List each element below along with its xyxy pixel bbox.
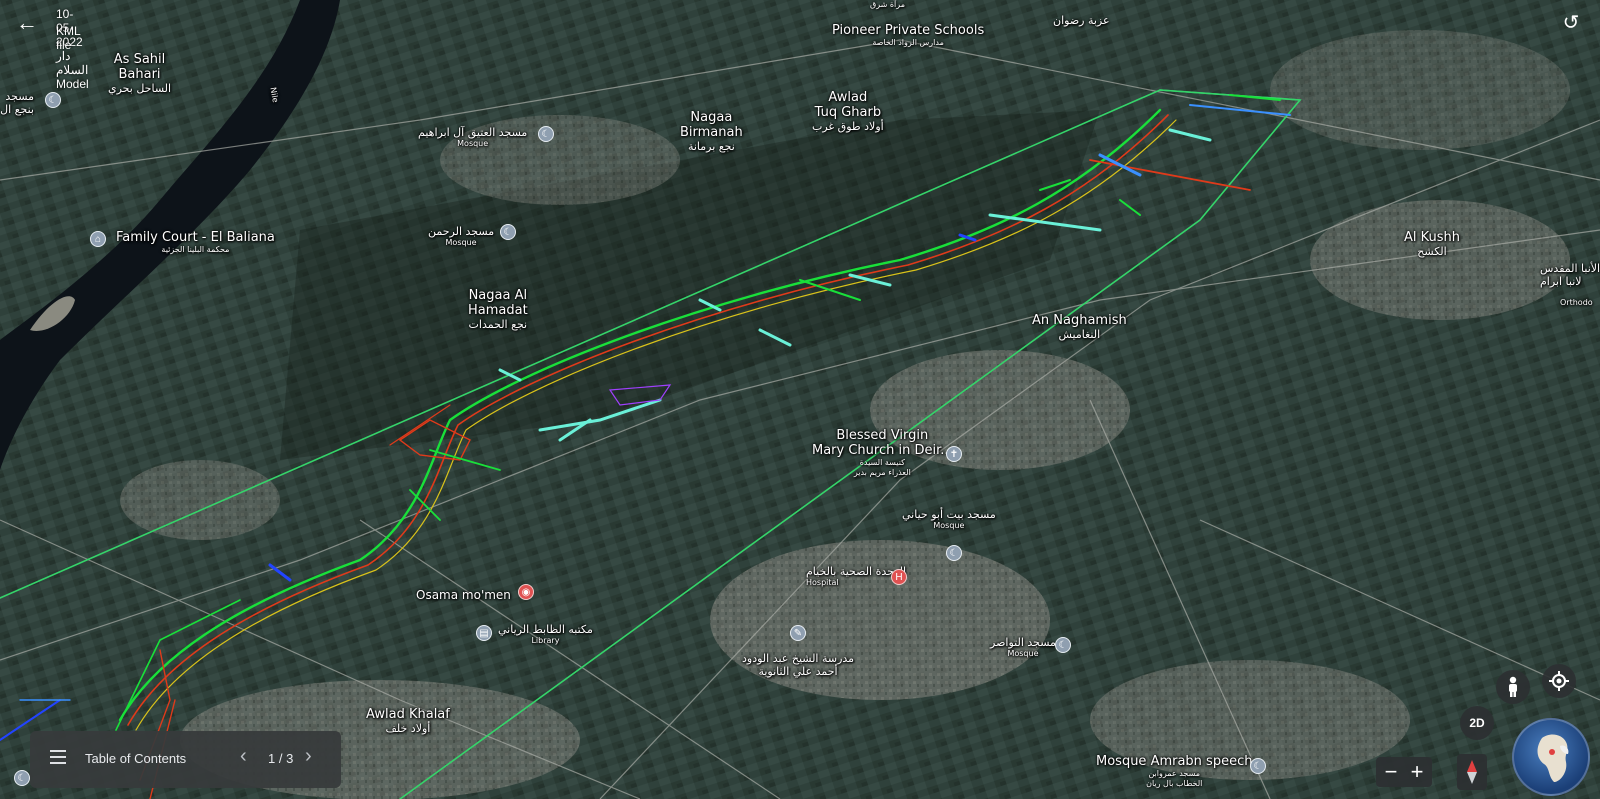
- place-right-church: الأنبا المقدس لانبا ابرام: [1540, 262, 1600, 288]
- menu-icon[interactable]: [50, 750, 66, 764]
- zoom-out-button[interactable]: −: [1378, 759, 1404, 785]
- mosque-pin-icon[interactable]: ☾: [946, 545, 962, 561]
- chevron-left-icon[interactable]: ‹: [240, 745, 247, 768]
- zoom-control: − +: [1376, 757, 1432, 787]
- mosque-pin-icon[interactable]: ☾: [1055, 637, 1071, 653]
- globe-icon[interactable]: [1512, 718, 1590, 796]
- place-mosque-amrabn: Mosque Amrabn speech مسجد عمروابن الخطاب…: [1096, 754, 1253, 788]
- place-school: مدرسة الشيخ عبد الودود أحمد علي الثانوية: [742, 652, 855, 678]
- project-subtitle: KML file: [56, 24, 81, 52]
- satellite-map[interactable]: [0, 0, 1600, 799]
- zoom-in-button[interactable]: +: [1404, 759, 1430, 785]
- hospital-pin-icon[interactable]: H: [891, 569, 907, 585]
- mosque-pin-icon[interactable]: ☾: [45, 92, 61, 108]
- place-pioneer: Pioneer Private Schools مدارس الرواد الخ…: [832, 23, 985, 47]
- church-pin-icon[interactable]: ✝: [946, 446, 962, 462]
- toc-page-indicator: 1 / 3: [268, 751, 294, 766]
- mode-2d-button[interactable]: 2D: [1460, 706, 1494, 740]
- place-izba: عزبة رضوان: [1053, 14, 1110, 27]
- place-an-naghamish: An Naghamish النغاميش: [1032, 313, 1127, 341]
- toc-label[interactable]: Table of Contents: [85, 751, 186, 766]
- place-blessed-virgin: Blessed Virgin Mary Church in Deir... كن…: [812, 428, 953, 477]
- school-pin-icon[interactable]: ✎: [790, 625, 806, 641]
- court-pin-icon[interactable]: ⌂: [90, 231, 106, 247]
- mosque-pin-icon[interactable]: ☾: [500, 224, 516, 240]
- place-awlad-tuq: Awlad Tuq Gharb أولاد طوق غرب: [812, 90, 884, 133]
- place-orthodo: Orthodo: [1560, 298, 1593, 307]
- place-mosque-rahman: مسجد الرحمن Mosque: [428, 225, 495, 247]
- place-nagaa-birmanah: Nagaa Birmanah نجع برمانة: [680, 110, 743, 153]
- place-awlad-khalaf: Awlad Khalaf أولاد خلف: [366, 707, 450, 735]
- pegman-icon[interactable]: [1496, 670, 1530, 704]
- place-al-kushh: Al Kushh الكشح: [1404, 230, 1461, 258]
- place-mirat: مرآة شرق: [870, 0, 905, 9]
- library-pin-icon[interactable]: ▤: [476, 625, 492, 641]
- reset-view-icon[interactable]: ↺: [1558, 10, 1584, 36]
- place-masjid-left: مسجد بنجع ال: [0, 90, 34, 116]
- mosque-pin-icon[interactable]: ☾: [538, 126, 554, 142]
- place-masjid-tawasir: مسجد التواصر Mosque: [990, 636, 1056, 658]
- my-location-icon[interactable]: [1542, 664, 1576, 698]
- mosque-pin-icon[interactable]: ☾: [1250, 758, 1266, 774]
- chevron-right-icon[interactable]: ›: [305, 745, 312, 768]
- place-family-court: Family Court - El Baliana محكمة البلينا …: [116, 230, 275, 254]
- mosque-pin-icon[interactable]: ☾: [14, 770, 30, 786]
- place-as-sahil: As Sahil Bahari الساحل بحري: [108, 52, 172, 95]
- back-arrow-icon[interactable]: ←: [14, 10, 40, 36]
- place-library: مكتبه الظابط الرياني Library: [498, 623, 593, 645]
- place-mosque-ibrahim: مسجد العتيق آل ابراهيم Mosque: [418, 126, 528, 148]
- compass-icon[interactable]: [1457, 754, 1487, 790]
- place-masjid-bayt: مسجد بيت أبو حياني Mosque: [902, 508, 996, 530]
- shop-pin-icon[interactable]: ◉: [518, 584, 534, 600]
- table-of-contents-panel[interactable]: Table of Contents ‹ 1 / 3 ›: [30, 731, 341, 788]
- place-osama: Osama mo'men: [416, 588, 511, 602]
- place-nagaa-hamadat: Nagaa Al Hamadat نجع الحمدات: [468, 288, 528, 331]
